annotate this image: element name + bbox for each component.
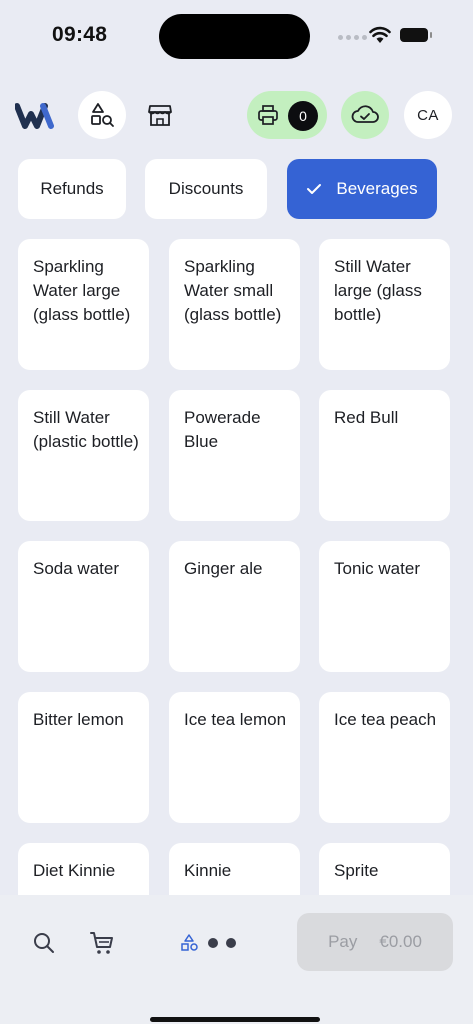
page-indicator[interactable] bbox=[180, 933, 236, 953]
product-card[interactable]: Ginger ale bbox=[169, 541, 300, 672]
dynamic-island bbox=[159, 14, 310, 59]
printer-queue-button[interactable]: 0 bbox=[247, 91, 327, 139]
product-card[interactable]: Red Bull bbox=[319, 390, 450, 521]
wifi-icon bbox=[369, 26, 391, 43]
product-card[interactable]: Kinnie bbox=[169, 843, 300, 899]
shapes-icon bbox=[181, 934, 198, 951]
product-name: Kinnie bbox=[184, 861, 232, 880]
cloud-check-icon bbox=[351, 105, 379, 123]
product-card[interactable]: Sparkling Water small (glass bottle) bbox=[169, 239, 300, 370]
store-icon bbox=[148, 105, 172, 126]
user-avatar[interactable]: CA bbox=[404, 91, 452, 139]
tab-refunds[interactable]: Refunds bbox=[18, 159, 126, 219]
brand-logo-icon bbox=[15, 103, 54, 129]
printer-icon bbox=[258, 105, 278, 125]
product-card[interactable]: Bitter lemon bbox=[18, 692, 149, 823]
pay-button[interactable]: Pay €0.00 bbox=[297, 913, 453, 971]
catalog-search-button[interactable] bbox=[78, 91, 126, 139]
status-bar: 09:48 bbox=[0, 0, 473, 72]
product-name: Sparkling Water large (glass bottle) bbox=[33, 257, 131, 324]
search-button[interactable] bbox=[32, 931, 56, 960]
product-name: Still Water (plastic bottle) bbox=[33, 408, 139, 451]
tab-label: Refunds bbox=[40, 179, 104, 198]
cloud-sync-button[interactable] bbox=[341, 91, 389, 139]
product-name: Bitter lemon bbox=[33, 710, 124, 729]
battery-icon bbox=[400, 28, 432, 42]
product-card[interactable]: Sparkling Water large (glass bottle) bbox=[18, 239, 149, 370]
product-card[interactable]: Sprite bbox=[319, 843, 450, 899]
product-grid: Sparkling Water large (glass bottle) Spa… bbox=[0, 239, 473, 899]
signal-icon bbox=[338, 35, 367, 40]
search-icon bbox=[34, 933, 54, 953]
product-name: Soda water bbox=[33, 559, 119, 578]
printer-count-badge: 0 bbox=[288, 101, 318, 131]
cart-button[interactable] bbox=[89, 930, 115, 961]
tab-label: Beverages bbox=[336, 179, 418, 198]
product-name: Powerade Blue bbox=[184, 408, 261, 451]
store-button[interactable] bbox=[136, 91, 184, 139]
top-toolbar: 0 CA bbox=[0, 91, 473, 141]
pay-label: Pay bbox=[328, 932, 358, 951]
product-name: Ice tea lemon bbox=[184, 710, 287, 729]
product-card[interactable]: Still Water (plastic bottle) bbox=[18, 390, 149, 521]
product-card[interactable]: Ice tea peach bbox=[319, 692, 450, 823]
category-tabs: Refunds Discounts Beverages bbox=[0, 159, 473, 219]
product-name: Diet Kinnie bbox=[33, 861, 116, 880]
status-time: 09:48 bbox=[52, 23, 108, 46]
product-name: Red Bull bbox=[334, 408, 399, 427]
tab-beverages[interactable]: Beverages bbox=[287, 159, 437, 219]
checkmark-icon bbox=[307, 184, 322, 194]
product-name: Sprite bbox=[334, 861, 379, 880]
status-icons bbox=[338, 26, 438, 48]
page-dot bbox=[226, 938, 236, 948]
product-name: Tonic water bbox=[334, 559, 420, 578]
home-indicator bbox=[150, 1017, 320, 1022]
product-card[interactable]: Powerade Blue bbox=[169, 390, 300, 521]
bottom-bar: Pay €0.00 bbox=[0, 895, 473, 1024]
tab-discounts[interactable]: Discounts bbox=[145, 159, 267, 219]
product-card[interactable]: Still Water large (glass bottle) bbox=[319, 239, 450, 370]
product-card[interactable]: Diet Kinnie bbox=[18, 843, 149, 899]
product-name: Sparkling Water small (glass bottle) bbox=[184, 257, 282, 324]
pay-amount: €0.00 bbox=[379, 932, 422, 951]
product-card[interactable]: Ice tea lemon bbox=[169, 692, 300, 823]
tab-label: Discounts bbox=[168, 179, 244, 198]
product-card[interactable]: Tonic water bbox=[319, 541, 450, 672]
cart-icon bbox=[90, 932, 113, 954]
page-dot bbox=[208, 938, 218, 948]
product-card[interactable]: Soda water bbox=[18, 541, 149, 672]
product-name: Ice tea peach bbox=[334, 710, 437, 729]
shapes-search-icon bbox=[91, 103, 114, 127]
product-name: Ginger ale bbox=[184, 559, 263, 578]
product-name: Still Water large (glass bottle) bbox=[334, 257, 422, 324]
